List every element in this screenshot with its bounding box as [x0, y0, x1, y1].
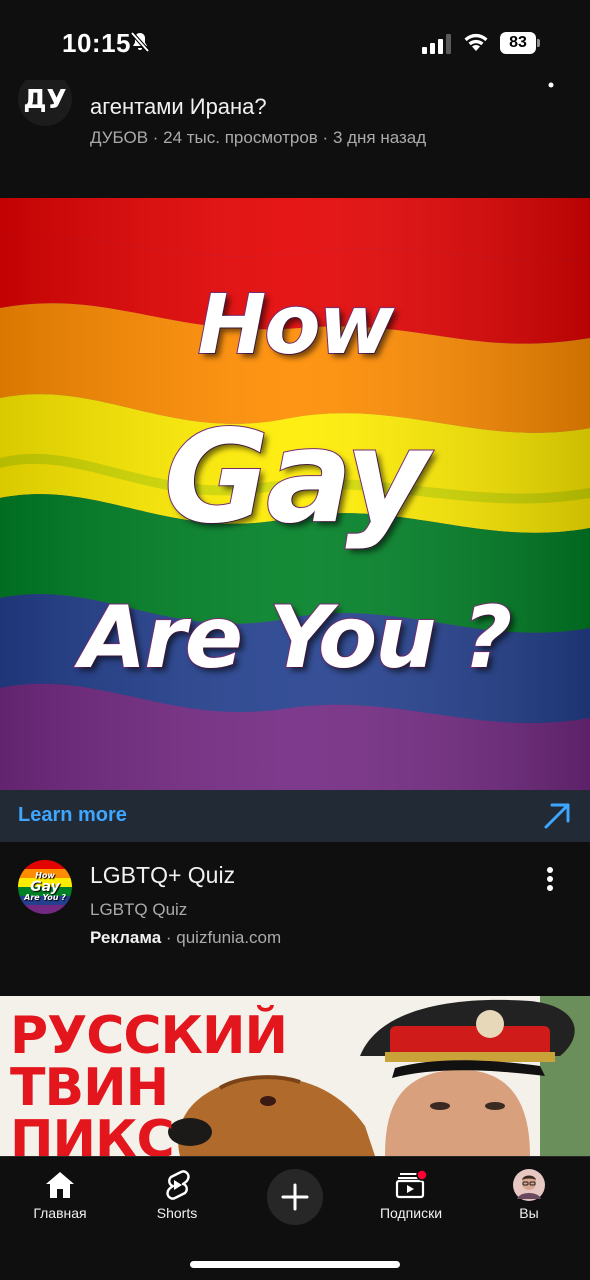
home-indicator[interactable]	[190, 1261, 400, 1268]
video-title[interactable]: агентами Ирана?	[90, 94, 267, 120]
learn-more-link[interactable]: Learn more	[18, 804, 127, 827]
signal-icon	[422, 34, 451, 54]
ad-channel-name: LGBTQ Quiz	[90, 900, 188, 919]
more-options-icon[interactable]	[546, 866, 554, 892]
sponsored-badge: Реклама	[90, 928, 162, 947]
plus-icon	[281, 1183, 309, 1211]
advertiser-avatar[interactable]: How Gay Are You ?	[18, 860, 72, 914]
home-icon	[46, 1172, 74, 1198]
nav-shorts-label: Shorts	[156, 1205, 198, 1221]
next-video-title-line1: РУССКИЙ	[10, 1006, 288, 1066]
battery-icon: 83	[500, 32, 540, 54]
ad-domain: · quizfunia.com	[161, 928, 282, 947]
previous-video-info[interactable]: ДУ агентами Ирана? ДУБОВ · 24 тыс. просм…	[0, 80, 590, 190]
next-video-thumbnail[interactable]: РУССКИЙ ТВИН ПИКС	[0, 996, 590, 1156]
create-button[interactable]	[267, 1169, 323, 1225]
next-video-title-line2: ТВИН	[10, 1058, 169, 1118]
user-avatar	[513, 1169, 545, 1201]
nav-home-label: Главная	[33, 1205, 87, 1221]
ad-headline-how: How	[197, 277, 396, 374]
ad-info[interactable]: How Gay Are You ? LGBTQ+ Quiz LGBTQ Quiz…	[0, 842, 590, 992]
channel-avatar[interactable]: ДУ	[18, 80, 72, 126]
next-video-title-line3: ПИКС	[10, 1110, 175, 1156]
sponsored-line: Реклама · quizfunia.com	[90, 928, 281, 948]
video-meta: ДУБОВ · 24 тыс. просмотров · 3 дня назад	[90, 128, 427, 147]
nav-shorts[interactable]: Shorts	[122, 1165, 232, 1229]
ad-headline-are-you: Are You ?	[79, 587, 514, 689]
status-bar: 10:15 83	[0, 0, 590, 80]
subscriptions-icon	[395, 1169, 427, 1199]
nav-subscriptions[interactable]: Подписки	[356, 1165, 466, 1229]
status-time: 10:15	[62, 28, 131, 58]
nav-subscriptions-label: Подписки	[379, 1205, 443, 1221]
wifi-icon	[464, 33, 488, 51]
channel-logo-icon: ДУ	[23, 85, 66, 115]
bell-slash-icon	[130, 31, 150, 53]
ad-headline-gay: Gay	[163, 402, 430, 553]
nav-you-label: Вы	[519, 1205, 539, 1221]
bottom-navigation: Главная Shorts Подписки Вы	[0, 1156, 590, 1280]
more-options-icon[interactable]	[548, 80, 554, 90]
nav-home[interactable]: Главная	[5, 1165, 115, 1229]
external-link-arrow-icon[interactable]	[542, 801, 572, 831]
battery-level: 83	[500, 32, 536, 54]
ad-thumbnail[interactable]: How Gay Are You ?	[0, 198, 590, 790]
shorts-icon	[166, 1170, 190, 1200]
ad-title[interactable]: LGBTQ+ Quiz	[90, 862, 235, 889]
svg-text:ДУ: ДУ	[23, 85, 66, 115]
nav-you[interactable]: Вы	[474, 1165, 584, 1229]
learn-more-bar[interactable]: Learn more	[0, 790, 590, 842]
